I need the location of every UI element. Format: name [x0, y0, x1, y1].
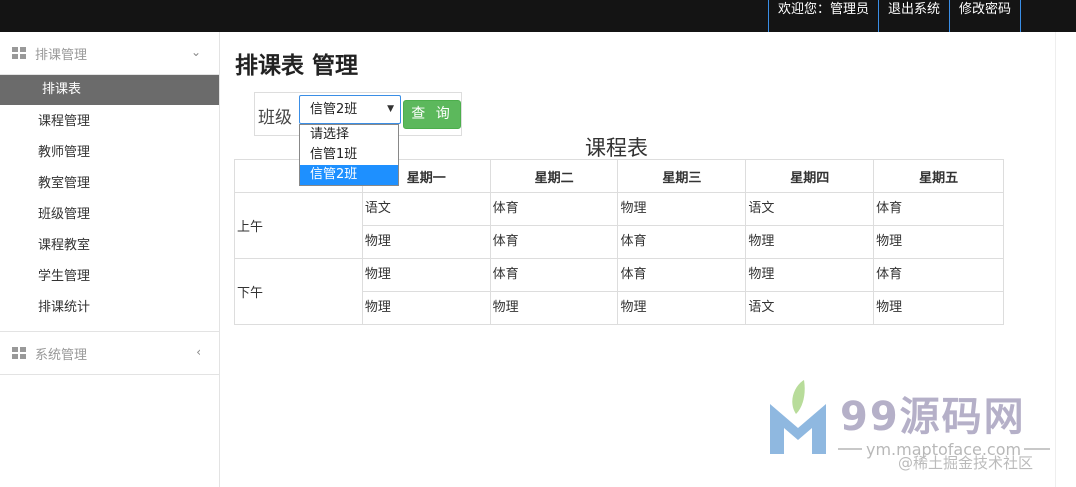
sidebar-item-statistics[interactable]: 排课统计 [0, 292, 219, 323]
chevron-down-icon: ⌄ [190, 45, 201, 59]
vertical-scrollbar[interactable] [1055, 32, 1076, 487]
welcome-user-link[interactable]: 欢迎您：管理员 [768, 0, 878, 32]
dropdown-option-selected[interactable]: 信管2班 [300, 165, 398, 185]
watermark-brand: 99源码网 [840, 394, 1026, 440]
sidebar-group-scheduling[interactable]: 排课管理 ⌄ [0, 32, 219, 75]
table-cell: 语文 [361, 192, 491, 226]
class-select-dropdown: 请选择 信管1班 信管2班 [299, 124, 399, 186]
caret-down-icon: ▼ [387, 104, 394, 114]
grid-icon [12, 347, 26, 359]
watermark-credit: @稀土掘金技术社区 [898, 454, 1034, 472]
watermark-divider [1024, 448, 1050, 450]
table-cell: 体育 [489, 258, 619, 292]
table-header-cell: 星期五 [873, 159, 1004, 193]
sidebar-submenu: 排课表 课程管理 教师管理 教室管理 班级管理 课程教室 学生管理 排课统计 [0, 75, 219, 332]
table-cell: 体育 [617, 258, 747, 292]
period-label-morning: 上午 [234, 192, 363, 259]
top-nav: 欢迎您：管理员 退出系统 修改密码 [768, 0, 1022, 32]
table-header-cell: 星期二 [489, 159, 619, 193]
table-cell: 物理 [745, 258, 875, 292]
table-header-cell: 星期四 [745, 159, 875, 193]
table-cell: 物理 [617, 192, 747, 226]
page-title: 排课表 管理 [235, 53, 359, 79]
grid-icon [12, 47, 26, 59]
table-cell: 体育 [617, 225, 747, 259]
change-password-link[interactable]: 修改密码 [949, 0, 1022, 32]
sidebar-group-label: 系统管理 [35, 347, 88, 363]
class-select-value: 信管2班 [310, 102, 358, 117]
table-cell: 物理 [361, 225, 491, 259]
top-bar: 欢迎您：管理员 退出系统 修改密码 [0, 0, 1076, 32]
sidebar-item-students[interactable]: 学生管理 [0, 261, 219, 292]
sidebar-item-classes[interactable]: 班级管理 [0, 199, 219, 230]
table-cell: 物理 [489, 291, 619, 325]
table-header-cell: 星期三 [617, 159, 747, 193]
watermark-logo-icon [770, 380, 826, 454]
table-cell: 物理 [617, 291, 747, 325]
table-cell: 体育 [489, 225, 619, 259]
class-filter-label: 班级 [258, 108, 292, 128]
table-cell: 体育 [873, 192, 1004, 226]
watermark-divider [838, 448, 862, 450]
dropdown-option[interactable]: 请选择 [300, 125, 398, 145]
table-row: 下午 物理 体育 体育 物理 体育 [234, 258, 1004, 325]
dropdown-option[interactable]: 信管1班 [300, 145, 398, 165]
sidebar-item-schedule[interactable]: 排课表 [0, 75, 219, 105]
query-button[interactable]: 查 询 [403, 100, 461, 129]
table-cell: 物理 [361, 258, 491, 292]
logout-link[interactable]: 退出系统 [878, 0, 949, 32]
sidebar-item-classrooms[interactable]: 教室管理 [0, 168, 219, 199]
table-cell: 物理 [745, 225, 875, 259]
table-cell: 语文 [745, 192, 875, 226]
sidebar-group-label: 排课管理 [35, 47, 88, 63]
table-cell: 体育 [873, 258, 1004, 292]
chevron-left-icon: ‹ [196, 345, 201, 359]
sidebar: 排课管理 ⌄ 排课表 课程管理 教师管理 教室管理 班级管理 课程教室 学生管理… [0, 32, 220, 487]
sidebar-group-system[interactable]: 系统管理 ‹ [0, 332, 219, 375]
table-cell: 物理 [361, 291, 491, 325]
table-cell: 体育 [489, 192, 619, 226]
table-row: 上午 语文 体育 物理 语文 体育 [234, 192, 1004, 259]
table-cell: 物理 [873, 291, 1004, 325]
sidebar-item-course-rooms[interactable]: 课程教室 [0, 230, 219, 261]
sidebar-item-courses[interactable]: 课程管理 [0, 106, 219, 137]
class-select[interactable]: 信管2班 ▼ [299, 95, 401, 124]
sidebar-item-teachers[interactable]: 教师管理 [0, 137, 219, 168]
schedule-table-title: 课程表 [585, 136, 648, 160]
table-cell: 语文 [745, 291, 875, 325]
period-label-afternoon: 下午 [234, 258, 363, 325]
table-cell: 物理 [873, 225, 1004, 259]
